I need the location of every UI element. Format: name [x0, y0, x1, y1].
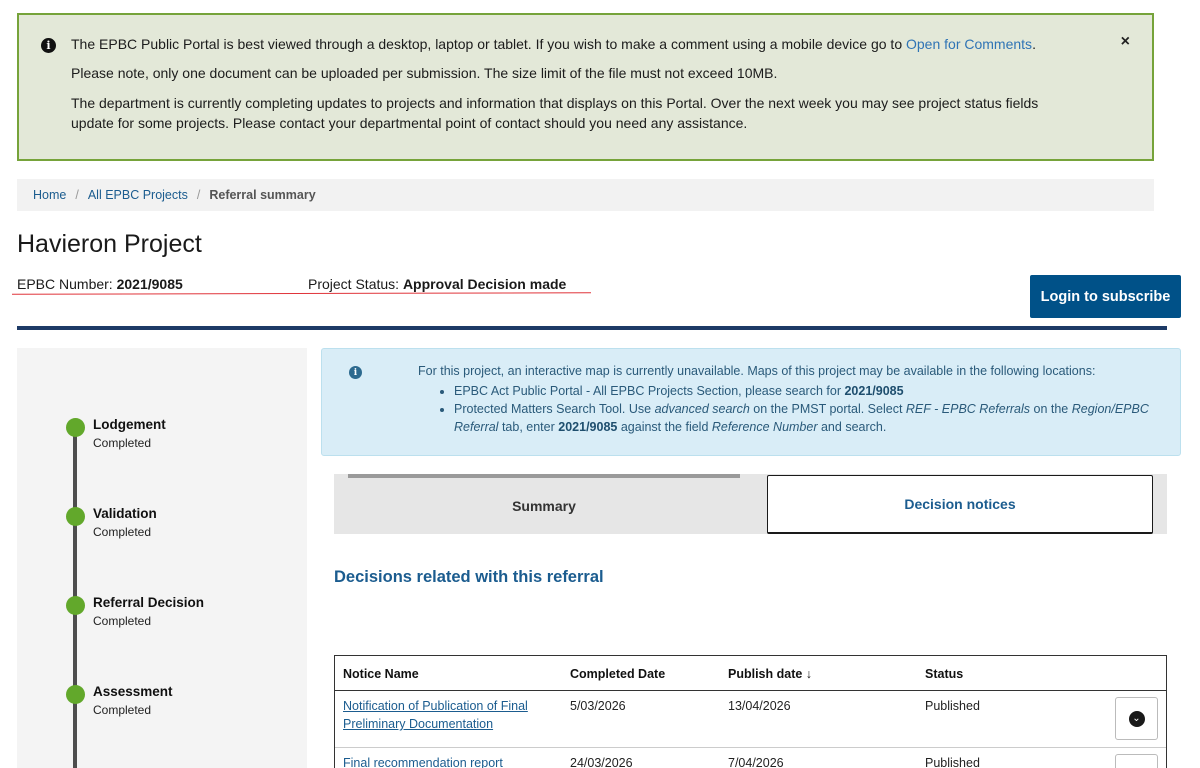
notice-name-link[interactable]: Notification of Publication of Final Pre…: [343, 697, 543, 733]
alert-line-updates: The department is currently completing u…: [71, 95, 1039, 131]
publish-date: 7/04/2026: [728, 756, 784, 768]
step-state: Completed: [93, 614, 152, 628]
info-icon: i: [41, 38, 56, 53]
status: Published: [925, 699, 980, 713]
step-complete-icon: [66, 507, 85, 526]
step-name: Assessment: [93, 684, 173, 699]
breadcrumb-current: Referral summary: [209, 188, 316, 202]
progress-sidebar: [17, 348, 307, 768]
epbc-number: EPBC Number: 2021/9085: [17, 276, 183, 292]
step-complete-icon: [66, 418, 85, 437]
column-header-publish-date[interactable]: Publish date ↓: [728, 667, 812, 681]
project-status-label: Project Status:: [308, 276, 400, 292]
step-state: Completed: [93, 436, 152, 450]
close-icon[interactable]: ×: [1121, 33, 1130, 51]
step-name: Validation: [93, 506, 157, 521]
epbc-number-value: 2021/9085: [116, 276, 183, 292]
breadcrumb: Home / All EPBC Projects / Referral summ…: [17, 179, 1154, 211]
completed-date: 5/03/2026: [570, 699, 626, 713]
column-header-completed-date[interactable]: Completed Date: [570, 667, 665, 681]
info-icon: i: [349, 366, 362, 379]
alert-line-mobile: The EPBC Public Portal is best viewed th…: [71, 34, 1036, 54]
step-complete-icon: [66, 685, 85, 704]
column-header-notice-name[interactable]: Notice Name: [343, 667, 419, 681]
epbc-number-label: EPBC Number:: [17, 276, 113, 292]
bullet2-advanced-search: advanced search: [654, 402, 750, 416]
status: Published: [925, 756, 980, 768]
red-underline-annotation: [11, 292, 592, 295]
bullet2-ref-epbc: REF - EPBC Referrals: [905, 402, 1031, 416]
alert-line1-text: The EPBC Public Portal is best viewed th…: [71, 36, 903, 52]
section-title: Decisions related with this referral: [334, 568, 604, 586]
step-state: Completed: [93, 525, 152, 539]
step-name: Lodgement: [93, 417, 166, 432]
header-divider: [335, 690, 1166, 691]
bullet2-text: against the field: [620, 420, 709, 434]
header-divider: [17, 326, 1167, 330]
column-header-status[interactable]: Status: [925, 667, 963, 681]
bullet2-text: Protected Matters Search Tool. Use: [454, 402, 652, 416]
bullet2-text: tab, enter: [501, 420, 555, 434]
row-divider: [335, 747, 1166, 748]
bullet2-text: on the PMST portal. Select: [753, 402, 903, 416]
expand-row-button[interactable]: ⌄: [1115, 697, 1158, 740]
chevron-down-circle-icon: ⌄: [1128, 710, 1145, 727]
list-item: Protected Matters Search Tool. Use advan…: [454, 400, 1164, 436]
tab-decision-notices[interactable]: Decision notices: [767, 475, 1153, 534]
breadcrumb-all-projects[interactable]: All EPBC Projects: [88, 188, 188, 202]
expand-row-button[interactable]: [1115, 754, 1158, 768]
project-status: Project Status: Approval Decision made: [308, 276, 566, 292]
breadcrumb-separator: /: [196, 188, 201, 202]
list-item: EPBC Act Public Portal - All EPBC Projec…: [454, 382, 1164, 400]
alert-line1-end: .: [1032, 36, 1036, 52]
tab-summary[interactable]: Summary: [334, 478, 754, 534]
map-locations-list: EPBC Act Public Portal - All EPBC Projec…: [454, 382, 1164, 436]
map-unavailable-info: i For this project, an interactive map i…: [321, 348, 1181, 456]
notice-name-link[interactable]: Final recommendation report: [343, 754, 503, 768]
open-for-comments-link[interactable]: Open for Comments: [906, 36, 1032, 52]
publish-date: 13/04/2026: [728, 699, 791, 713]
step-name: Referral Decision: [93, 595, 205, 610]
step-state: Completed: [93, 703, 152, 717]
bullet2-text: and search.: [820, 420, 887, 434]
alert-line-upload: Please note, only one document can be up…: [71, 65, 778, 81]
decision-notices-table: Notice Name Completed Date Publish date …: [334, 655, 1167, 768]
bullet1-epbc-number: 2021/9085: [844, 384, 904, 398]
bullet2-epbc-number: 2021/9085: [558, 420, 618, 434]
breadcrumb-separator: /: [75, 188, 79, 202]
bullet2-text: on the: [1033, 402, 1069, 416]
bullet1-text: EPBC Act Public Portal - All EPBC Projec…: [454, 384, 841, 398]
bullet2-reference-number: Reference Number: [711, 420, 818, 434]
completed-date: 24/03/2026: [570, 756, 633, 768]
page-title: Havieron Project: [17, 230, 202, 258]
breadcrumb-home[interactable]: Home: [33, 188, 66, 202]
step-complete-icon: [66, 596, 85, 615]
info-intro: For this project, an interactive map is …: [418, 364, 1096, 378]
project-status-value: Approval Decision made: [402, 276, 567, 292]
login-to-subscribe-button[interactable]: Login to subscribe: [1030, 275, 1181, 318]
site-alert-banner: i The EPBC Public Portal is best viewed …: [17, 13, 1154, 161]
